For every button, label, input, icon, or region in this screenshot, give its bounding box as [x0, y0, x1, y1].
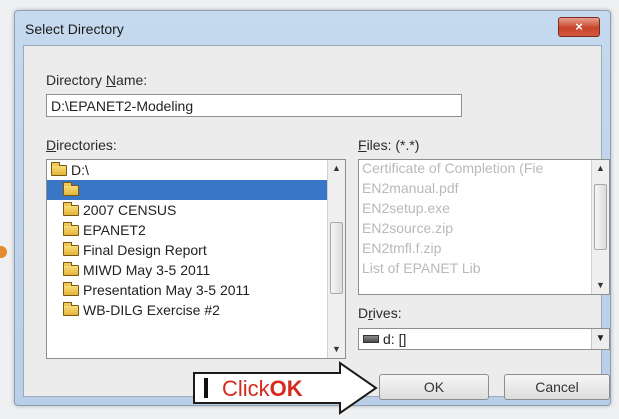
callout-label: ClickOK [222, 376, 303, 401]
file-item[interactable]: EN2source.zip [359, 220, 609, 240]
directory-item-epanet2[interactable]: EPANET2 [47, 220, 345, 240]
directories-label: Directories: [46, 137, 117, 153]
directory-name-label: Directory Name: [46, 72, 148, 88]
select-directory-dialog: Select Directory × Directory Name: D:\EP… [14, 10, 611, 415]
page-edge-marker [0, 246, 7, 258]
directory-name-input[interactable]: D:\EPANET2-Modeling [46, 94, 462, 117]
folder-icon [63, 261, 79, 276]
directories-list[interactable]: D:\ 2007 CENSUS EPANET2 Final Design Rep… [46, 159, 346, 359]
close-icon: × [575, 19, 583, 34]
files-label: Files: (*.*) [358, 137, 420, 153]
file-item[interactable]: EN2setup.exe [359, 200, 609, 220]
file-item[interactable]: List of EPANET Lib [359, 260, 609, 280]
drives-label: Drives: [358, 305, 402, 321]
drive-icon [363, 335, 379, 343]
directories-scrollbar[interactable]: ▲ ▼ [327, 160, 345, 358]
directory-item-wb-dilg[interactable]: WB-DILG Exercise #2 [47, 300, 345, 320]
directory-item-presentation[interactable]: Presentation May 3-5 2011 [47, 280, 345, 300]
drives-dropdown[interactable]: d: [] ▼ [358, 328, 610, 350]
chevron-down-icon[interactable]: ▼ [591, 329, 609, 349]
scroll-up-arrow-icon[interactable]: ▲ [328, 160, 345, 177]
click-ok-callout: ClickOK [192, 361, 378, 415]
file-item[interactable]: Certificate of Completion (Fie [359, 160, 609, 180]
file-item[interactable]: EN2manual.pdf [359, 180, 609, 200]
directory-item-root[interactable]: D:\ [47, 160, 345, 180]
directory-item-current[interactable] [47, 180, 327, 200]
directory-item-2007-census[interactable]: 2007 CENSUS [47, 200, 345, 220]
file-item[interactable]: EN2tmfl.f.zip [359, 240, 609, 260]
folder-icon [63, 201, 79, 216]
scroll-thumb[interactable] [330, 222, 343, 294]
files-scrollbar[interactable]: ▲ ▼ [591, 160, 609, 294]
folder-icon [63, 281, 79, 296]
title-bar[interactable]: Select Directory × [15, 11, 610, 45]
ok-button[interactable]: OK [379, 374, 489, 400]
open-folder-icon [63, 181, 79, 196]
directory-item-miwd[interactable]: MIWD May 3-5 2011 [47, 260, 345, 280]
dialog-title: Select Directory [25, 21, 124, 37]
scroll-down-arrow-icon[interactable]: ▼ [592, 277, 609, 294]
scroll-thumb[interactable] [594, 184, 607, 250]
files-list[interactable]: Certificate of Completion (Fie EN2manual… [358, 159, 610, 295]
scroll-up-arrow-icon[interactable]: ▲ [592, 160, 609, 177]
close-button[interactable]: × [558, 17, 600, 37]
folder-icon [63, 241, 79, 256]
open-folder-icon [51, 161, 67, 176]
folder-icon [63, 221, 79, 236]
cancel-button[interactable]: Cancel [504, 374, 610, 400]
folder-icon [63, 301, 79, 316]
scroll-down-arrow-icon[interactable]: ▼ [328, 341, 345, 358]
dialog-body: Directory Name: D:\EPANET2-Modeling Dire… [23, 45, 610, 415]
directory-item-final-design-report[interactable]: Final Design Report [47, 240, 345, 260]
